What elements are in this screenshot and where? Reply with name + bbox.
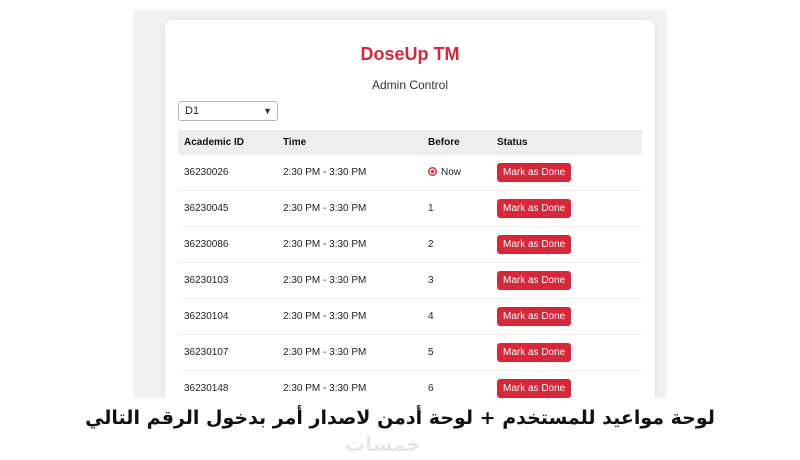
before-cell: 3 [422, 262, 491, 299]
status-cell: Mark as Done [491, 155, 642, 191]
status-cell: Mark as Done [491, 262, 642, 299]
app-title: DoseUp TM [360, 44, 460, 64]
status-cell: Mark as Done [491, 370, 642, 398]
before-cell: 2 [422, 226, 491, 263]
header-status: Status [491, 130, 642, 155]
time-cell: 2:30 PM - 3:30 PM [277, 190, 422, 227]
table-row: 36230026 2:30 PM - 3:30 PM Now Mark as D… [178, 155, 642, 191]
header-academic-id: Academic ID [178, 130, 277, 155]
status-cell: Mark as Done [491, 226, 642, 263]
doctor-select-value: D1 [185, 105, 200, 117]
academic-id-cell: 36230104 [178, 298, 277, 335]
header-before: Before [422, 130, 491, 155]
before-cell: Now [422, 155, 491, 191]
status-cell: Mark as Done [491, 334, 642, 371]
doctor-select[interactable]: D1 ▼ [178, 101, 278, 121]
academic-id-cell: 36230107 [178, 334, 277, 371]
caption-text: لوحة مواعيد للمستخدم + لوحة أدمن لاصدار … [85, 407, 715, 429]
admin-card: DoseUp TM Admin Control D1 ▼ Academic ID… [165, 20, 655, 398]
status-cell: Mark as Done [491, 298, 642, 335]
mark-as-done-button[interactable]: Mark as Done [497, 271, 572, 290]
mark-as-done-button[interactable]: Mark as Done [497, 235, 572, 254]
table-row: 36230045 2:30 PM - 3:30 PM 1 Mark as Don… [178, 190, 642, 227]
before-cell: 6 [422, 370, 491, 398]
mark-as-done-button[interactable]: Mark as Done [497, 379, 572, 398]
mark-as-done-button[interactable]: Mark as Done [497, 343, 572, 362]
watermark-logo: خمسات [345, 432, 421, 456]
time-cell: 2:30 PM - 3:30 PM [277, 226, 422, 263]
table-row: 36230103 2:30 PM - 3:30 PM 3 Mark as Don… [178, 262, 642, 299]
academic-id-cell: 36230086 [178, 226, 277, 263]
table-header-row: Academic ID Time Before Status [178, 130, 642, 155]
mark-as-done-button[interactable]: Mark as Done [497, 163, 572, 182]
academic-id-cell: 36230103 [178, 262, 277, 299]
table-row: 36230148 2:30 PM - 3:30 PM 6 Mark as Don… [178, 370, 642, 398]
table-row: 36230086 2:30 PM - 3:30 PM 2 Mark as Don… [178, 226, 642, 263]
header-time: Time [277, 130, 422, 155]
time-cell: 2:30 PM - 3:30 PM [277, 155, 422, 191]
academic-id-cell: 36230148 [178, 370, 277, 398]
app-subtitle: Admin Control [371, 78, 449, 92]
time-cell: 2:30 PM - 3:30 PM [277, 298, 422, 335]
mark-as-done-button[interactable]: Mark as Done [497, 307, 572, 326]
before-cell: 1 [422, 190, 491, 227]
before-cell: 5 [422, 334, 491, 371]
app-screenshot: DoseUp TM Admin Control D1 ▼ Academic ID… [133, 10, 667, 398]
academic-id-cell: 36230045 [178, 190, 277, 227]
before-value: Now [441, 167, 462, 178]
table-row: 36230107 2:30 PM - 3:30 PM 5 Mark as Don… [178, 334, 642, 371]
time-cell: 2:30 PM - 3:30 PM [277, 370, 422, 398]
status-cell: Mark as Done [491, 190, 642, 227]
chevron-down-icon: ▼ [263, 106, 272, 116]
time-cell: 2:30 PM - 3:30 PM [277, 334, 422, 371]
mark-as-done-button[interactable]: Mark as Done [497, 199, 572, 218]
appointments-table: Academic ID Time Before Status 36230026 … [178, 130, 642, 398]
target-icon [428, 167, 437, 176]
time-cell: 2:30 PM - 3:30 PM [277, 262, 422, 299]
academic-id-cell: 36230026 [178, 155, 277, 191]
table-row: 36230104 2:30 PM - 3:30 PM 4 Mark as Don… [178, 298, 642, 335]
before-cell: 4 [422, 298, 491, 335]
